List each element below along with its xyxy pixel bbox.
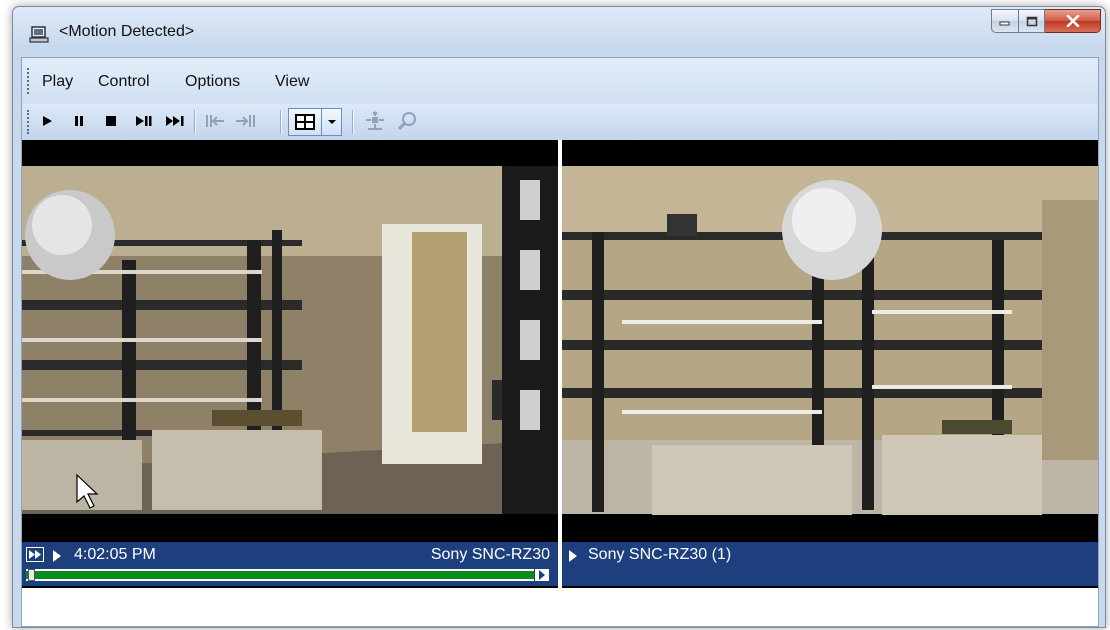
play-icon [43,116,52,126]
pause-icon [75,116,83,126]
seek-forward-button[interactable] [232,108,258,134]
progress-end-button[interactable] [534,568,550,582]
camera-feed-right [562,140,1098,542]
fast-forward-icon [29,550,41,559]
progress-fill [26,571,550,579]
camera-name-right: Sony SNC-RZ30 (1) [588,546,732,563]
seek-back-icon [206,115,224,127]
progress-thumb[interactable] [28,569,35,581]
toolbar-grip[interactable] [27,110,32,134]
stop-icon [106,116,116,126]
status-bar-left: 4:02:05 PM Sony SNC-RZ30 [22,542,558,586]
layout-grid-icon [295,114,315,130]
close-icon [1066,15,1079,27]
seek-back-button[interactable] [202,108,228,134]
dropdown-arrow-icon [327,120,336,124]
menu-control[interactable]: Control [98,73,150,91]
title-bar[interactable]: <Motion Detected> [13,7,1105,57]
camera-feed-left [22,140,558,542]
layout-button[interactable] [288,108,322,136]
step-frame-button[interactable] [130,108,156,134]
caption-buttons [991,9,1101,35]
skip-end-button[interactable] [162,108,188,134]
skip-end-icon [166,116,184,126]
minimize-icon [999,21,1010,26]
window-title: <Motion Detected> [59,23,195,40]
layout-dropdown[interactable] [322,108,342,136]
app-window: <Motion Detected> Play Control Options V… [12,6,1106,628]
zoom-button[interactable] [394,108,420,134]
fast-forward-button[interactable] [26,547,44,562]
client-area: Play Control Options View 4:02:05 PM Son… [21,57,1099,627]
minimize-button[interactable] [991,9,1018,33]
menu-view[interactable]: View [275,73,309,91]
camera-name-left: Sony SNC-RZ30 [430,546,550,563]
status-time: 4:02:05 PM [74,546,156,563]
zoom-icon [397,112,416,131]
ptz-icon [366,111,384,130]
menu-grip[interactable] [27,68,32,94]
maximize-button[interactable] [1018,9,1045,33]
play-small-icon [539,570,545,580]
stop-button[interactable] [98,108,124,134]
status-bar-right: Sony SNC-RZ30 (1) [562,542,1098,586]
camera-pane-right[interactable]: Sony SNC-RZ30 (1) [562,140,1098,588]
pause-button[interactable] [66,108,92,134]
menu-bar: Play Control Options View [22,58,1098,104]
playback-progress[interactable] [26,569,550,581]
computer-monitor-icon [29,26,49,43]
play-indicator-icon [53,550,61,562]
menu-options[interactable]: Options [185,73,240,91]
camera-pane-left[interactable]: 4:02:05 PM Sony SNC-RZ30 [22,140,558,588]
play-button[interactable] [34,108,60,134]
close-button[interactable] [1045,9,1101,33]
menu-play[interactable]: Play [42,73,73,91]
play-indicator-icon [569,550,577,562]
video-area: 4:02:05 PM Sony SNC-RZ30 Sony SNC-RZ30 (… [22,140,1098,626]
ptz-button[interactable] [362,108,388,134]
step-frame-icon [136,116,152,126]
maximize-icon [1026,16,1037,26]
seek-forward-icon [236,115,255,127]
toolbar [22,104,1098,140]
